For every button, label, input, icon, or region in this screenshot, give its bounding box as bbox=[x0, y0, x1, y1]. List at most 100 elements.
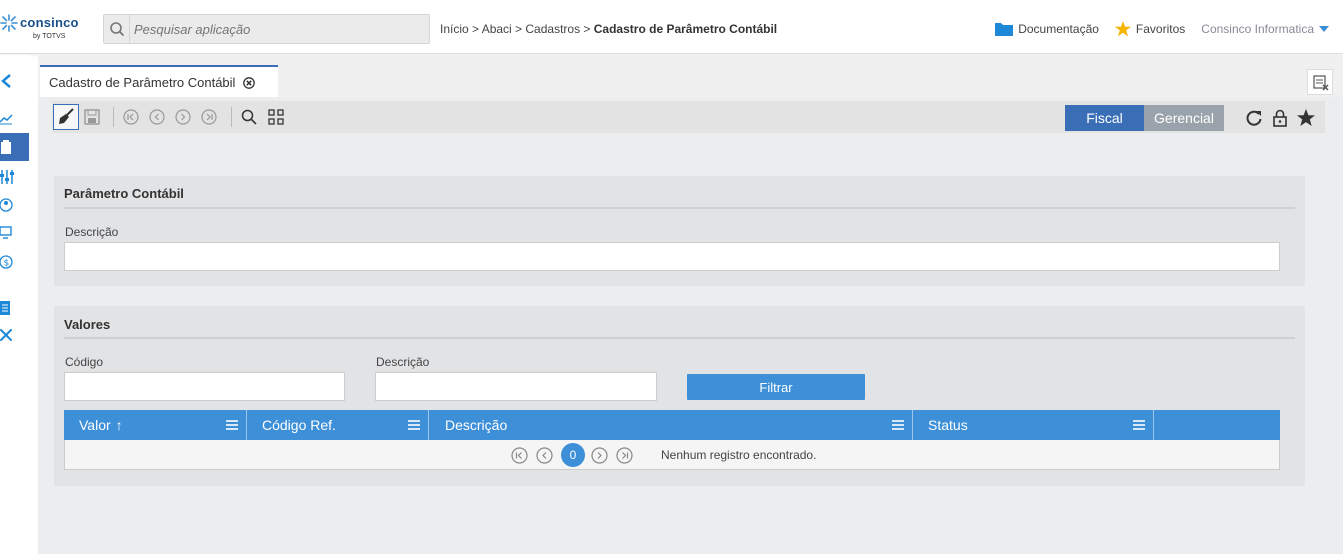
column-divider bbox=[428, 410, 429, 440]
favorite-star-icon[interactable] bbox=[1296, 108, 1316, 128]
consinco-logo[interactable]: consinco by TOTVS bbox=[0, 14, 90, 46]
next-page-icon[interactable] bbox=[591, 446, 608, 464]
pager: 0 Nenhum registro encontrado. bbox=[511, 443, 816, 467]
close-tab-icon[interactable] bbox=[243, 76, 256, 89]
column-divider bbox=[1153, 410, 1154, 440]
main-area: Cadastro de Parâmetro Contábil Fiscal Ge… bbox=[38, 55, 1343, 554]
fiscal-toggle[interactable]: Fiscal bbox=[1065, 105, 1144, 131]
clipboard-icon bbox=[1, 140, 11, 154]
breadcrumb: Início > Abaci > Cadastros > Cadastro de… bbox=[440, 22, 777, 36]
descricao-filter-input[interactable] bbox=[375, 372, 657, 401]
brand-name: consinco bbox=[20, 15, 79, 30]
parametro-panel-title: Parâmetro Contábil bbox=[64, 186, 184, 201]
close-all-tabs-button[interactable] bbox=[1307, 69, 1333, 95]
current-page[interactable]: 0 bbox=[561, 443, 585, 467]
descricao-label: Descrição bbox=[65, 225, 119, 239]
app-search bbox=[103, 14, 430, 44]
column-divider bbox=[912, 410, 913, 440]
favorites-label: Favoritos bbox=[1135, 22, 1186, 36]
top-right-menu: Documentação Favoritos Consinco Informat… bbox=[979, 19, 1329, 39]
user-circle-icon[interactable] bbox=[0, 197, 16, 213]
dollar-coin-icon[interactable]: $ bbox=[0, 254, 16, 270]
star-icon bbox=[1114, 21, 1131, 37]
grid-view-button[interactable] bbox=[263, 104, 289, 130]
last-record-button[interactable] bbox=[196, 104, 222, 130]
previous-record-button[interactable] bbox=[144, 104, 170, 130]
first-icon bbox=[123, 109, 139, 125]
column-valor[interactable]: Valor ↑ bbox=[79, 410, 123, 440]
column-valor-label: Valor bbox=[79, 417, 111, 433]
broom-icon bbox=[59, 108, 74, 124]
svg-text:$: $ bbox=[4, 259, 10, 269]
search-icon[interactable] bbox=[104, 15, 130, 43]
sort-asc-icon: ↑ bbox=[115, 417, 123, 433]
column-codigo-ref[interactable]: Código Ref. bbox=[262, 410, 336, 440]
save-icon bbox=[84, 109, 100, 125]
sliders-icon[interactable] bbox=[0, 169, 16, 185]
last-page-icon[interactable] bbox=[616, 446, 633, 464]
caret-down-icon bbox=[1319, 26, 1329, 32]
column-divider bbox=[246, 410, 247, 440]
toolbar-separator bbox=[231, 107, 232, 127]
document-icon[interactable] bbox=[0, 300, 16, 316]
tab-label: Cadastro de Parâmetro Contábil bbox=[49, 75, 236, 90]
brand-sub: by TOTVS bbox=[33, 33, 66, 40]
search-record-button[interactable] bbox=[236, 104, 262, 130]
refresh-icon[interactable] bbox=[1244, 108, 1264, 128]
next-record-button[interactable] bbox=[170, 104, 196, 130]
column-descricao-label: Descrição bbox=[445, 417, 508, 433]
breadcrumb-current: Cadastro de Parâmetro Contábil bbox=[593, 22, 778, 36]
toolbar: Fiscal Gerencial bbox=[52, 101, 1325, 133]
save-button[interactable] bbox=[79, 104, 105, 130]
breadcrumb-trail[interactable]: Início > Abaci > Cadastros > bbox=[440, 22, 594, 36]
toolbar-separator bbox=[113, 107, 114, 127]
search-input[interactable] bbox=[134, 19, 424, 39]
panel-divider bbox=[64, 207, 1295, 209]
first-page-icon[interactable] bbox=[511, 446, 528, 464]
column-status[interactable]: Status bbox=[928, 410, 968, 440]
tab-strip: Cadastro de Parâmetro Contábil bbox=[38, 55, 1343, 98]
favorites-link[interactable]: Favoritos bbox=[1114, 21, 1186, 37]
column-menu-icon[interactable] bbox=[408, 419, 420, 431]
monitor-icon[interactable] bbox=[0, 225, 16, 241]
rail-active-item[interactable] bbox=[0, 133, 29, 161]
tab-cadastro-parametro[interactable]: Cadastro de Parâmetro Contábil bbox=[40, 65, 278, 98]
column-menu-icon[interactable] bbox=[892, 419, 904, 431]
clear-button[interactable] bbox=[53, 104, 79, 130]
documentation-link[interactable]: Documentação bbox=[995, 22, 1099, 36]
codigo-label: Código bbox=[65, 355, 104, 369]
first-record-button[interactable] bbox=[118, 104, 144, 130]
magnifier-icon bbox=[241, 109, 257, 125]
tools-icon[interactable] bbox=[0, 329, 16, 345]
logo-star-icon bbox=[0, 14, 18, 32]
lock-icon[interactable] bbox=[1270, 108, 1290, 128]
column-menu-icon[interactable] bbox=[1133, 419, 1145, 431]
user-menu[interactable]: Consinco Informatica bbox=[1201, 22, 1329, 36]
empty-message: Nenhum registro encontrado. bbox=[661, 448, 817, 462]
chart-icon[interactable] bbox=[0, 110, 16, 126]
valores-panel-title: Valores bbox=[64, 317, 111, 332]
column-codigo-ref-label: Código Ref. bbox=[262, 417, 336, 433]
grid-body: 0 Nenhum registro encontrado. bbox=[64, 440, 1280, 470]
parametro-contabil-panel: Parâmetro Contábil Descrição bbox=[54, 176, 1305, 286]
last-icon bbox=[201, 109, 217, 125]
previous-page-icon[interactable] bbox=[536, 446, 553, 464]
grid-icon bbox=[268, 109, 284, 125]
filtrar-button[interactable]: Filtrar bbox=[687, 374, 865, 400]
previous-icon bbox=[149, 109, 165, 125]
left-rail: $ bbox=[0, 55, 29, 554]
user-name: Consinco Informatica bbox=[1201, 22, 1314, 36]
valores-panel: Valores Código Descrição Filtrar Valor ↑… bbox=[54, 306, 1305, 486]
collapse-chevron-icon[interactable] bbox=[0, 73, 16, 89]
grid-header: Valor ↑ Código Ref. Descrição Status bbox=[64, 410, 1280, 440]
descricao-input[interactable] bbox=[64, 242, 1280, 271]
panel-divider bbox=[64, 337, 1295, 339]
column-menu-icon[interactable] bbox=[226, 419, 238, 431]
tabs-list-icon bbox=[1313, 75, 1329, 91]
tab-content: Fiscal Gerencial Parâmetro Contábil Desc… bbox=[38, 97, 1343, 554]
codigo-filter-input[interactable] bbox=[64, 372, 345, 401]
column-status-label: Status bbox=[928, 417, 968, 433]
column-descricao[interactable]: Descrição bbox=[445, 410, 507, 440]
gerencial-toggle[interactable]: Gerencial bbox=[1144, 105, 1224, 131]
next-icon bbox=[175, 109, 191, 125]
